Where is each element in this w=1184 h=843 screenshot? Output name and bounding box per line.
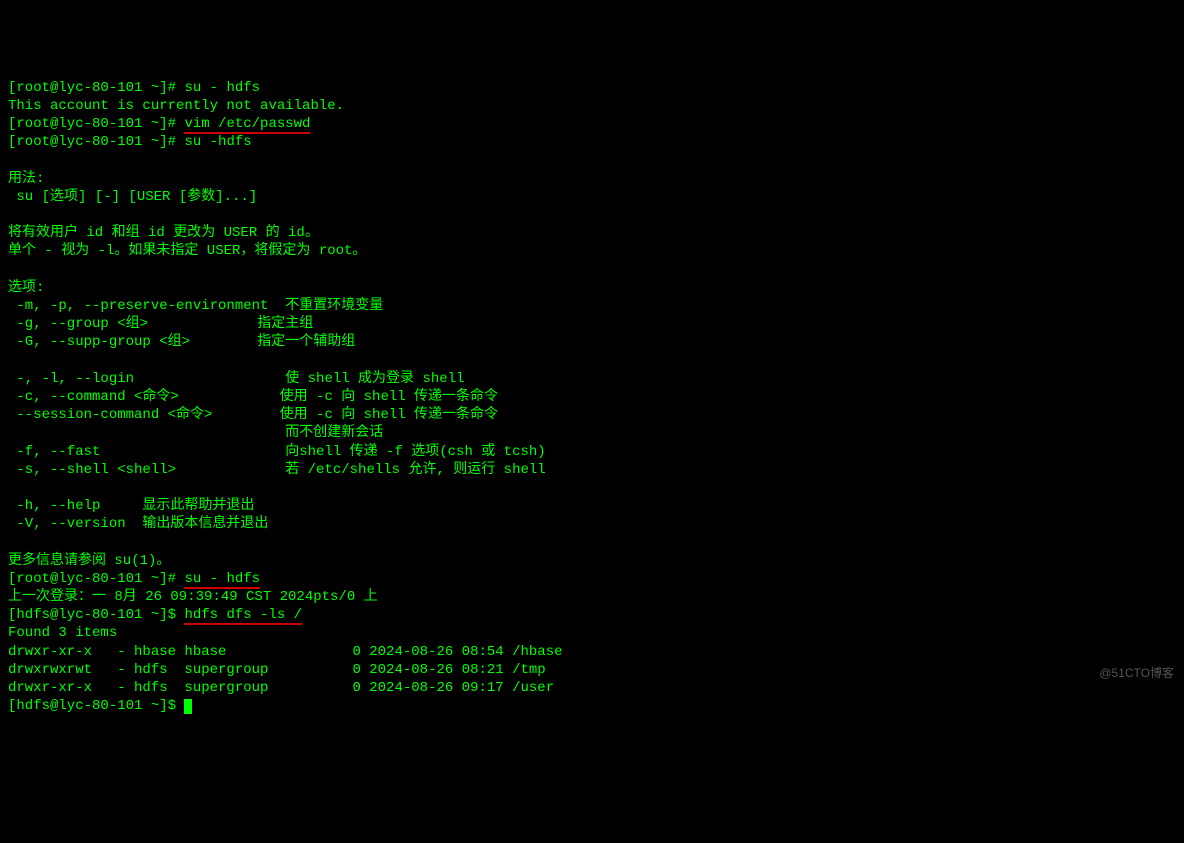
terminal-line-0: [root@lyc-80-101 ~]# su - hdfs (8, 79, 1176, 97)
shell-command: su - hdfs (184, 571, 260, 589)
terminal-line-10 (8, 261, 1176, 279)
terminal-line-5: 用法: (8, 170, 1176, 188)
terminal-line-4 (8, 152, 1176, 170)
shell-prompt: [root@lyc-80-101 ~]# (8, 116, 184, 132)
terminal-line-24: -V, --version 输出版本信息并退出 (8, 515, 1176, 533)
terminal-line-18: --session-command <命令> 使用 -c 向 shell 传递一… (8, 406, 1176, 424)
shell-command: hdfs dfs -ls / (184, 607, 302, 625)
shell-prompt: [root@lyc-80-101 ~]# (8, 134, 184, 150)
shell-prompt: [hdfs@lyc-80-101 ~]$ (8, 607, 184, 623)
cursor-icon (184, 699, 192, 714)
terminal-line-34: [hdfs@lyc-80-101 ~]$ (8, 697, 1176, 715)
terminal-line-7 (8, 206, 1176, 224)
terminal-line-14: -G, --supp-group <组> 指定一个辅助组 (8, 333, 1176, 351)
terminal-line-11: 选项: (8, 279, 1176, 297)
terminal-line-3: [root@lyc-80-101 ~]# su -hdfs (8, 133, 1176, 151)
terminal-output[interactable]: [root@lyc-80-101 ~]# su - hdfsThis accou… (8, 79, 1176, 716)
terminal-line-13: -g, --group <组> 指定主组 (8, 315, 1176, 333)
terminal-line-15 (8, 352, 1176, 370)
shell-prompt: [root@lyc-80-101 ~]# (8, 80, 184, 96)
shell-command: su - hdfs (184, 80, 260, 96)
shell-command: vim /etc/passwd (184, 116, 310, 134)
shell-command: su -hdfs (184, 134, 251, 150)
terminal-line-32: drwxrwxrwt - hdfs supergroup 0 2024-08-2… (8, 661, 1176, 679)
terminal-line-2: [root@lyc-80-101 ~]# vim /etc/passwd (8, 115, 1176, 133)
terminal-line-19: 而不创建新会话 (8, 424, 1176, 442)
terminal-line-20: -f, --fast 向shell 传递 -f 选项(csh 或 tcsh) (8, 443, 1176, 461)
terminal-line-17: -c, --command <命令> 使用 -c 向 shell 传递一条命令 (8, 388, 1176, 406)
terminal-line-27: [root@lyc-80-101 ~]# su - hdfs (8, 570, 1176, 588)
terminal-line-9: 单个 - 视为 -l。如果未指定 USER，将假定为 root。 (8, 242, 1176, 260)
terminal-line-33: drwxr-xr-x - hdfs supergroup 0 2024-08-2… (8, 679, 1176, 697)
terminal-line-16: -, -l, --login 使 shell 成为登录 shell (8, 370, 1176, 388)
terminal-line-30: Found 3 items (8, 624, 1176, 642)
shell-prompt: [hdfs@lyc-80-101 ~]$ (8, 698, 184, 714)
terminal-line-6: su [选项] [-] [USER [参数]...] (8, 188, 1176, 206)
terminal-line-29: [hdfs@lyc-80-101 ~]$ hdfs dfs -ls / (8, 606, 1176, 624)
terminal-line-28: 上一次登录：一 8月 26 09:39:49 CST 2024pts/0 上 (8, 588, 1176, 606)
shell-prompt: [root@lyc-80-101 ~]# (8, 571, 184, 587)
terminal-line-12: -m, -p, --preserve-environment 不重置环境变量 (8, 297, 1176, 315)
watermark: @51CTO博客 (1099, 666, 1174, 682)
terminal-line-26: 更多信息请参阅 su(1)。 (8, 552, 1176, 570)
terminal-line-23: -h, --help 显示此帮助并退出 (8, 497, 1176, 515)
terminal-line-31: drwxr-xr-x - hbase hbase 0 2024-08-26 08… (8, 643, 1176, 661)
terminal-line-25 (8, 533, 1176, 551)
terminal-line-21: -s, --shell <shell> 若 /etc/shells 允许, 则运… (8, 461, 1176, 479)
terminal-line-8: 将有效用户 id 和组 id 更改为 USER 的 id。 (8, 224, 1176, 242)
terminal-line-22 (8, 479, 1176, 497)
terminal-line-1: This account is currently not available. (8, 97, 1176, 115)
